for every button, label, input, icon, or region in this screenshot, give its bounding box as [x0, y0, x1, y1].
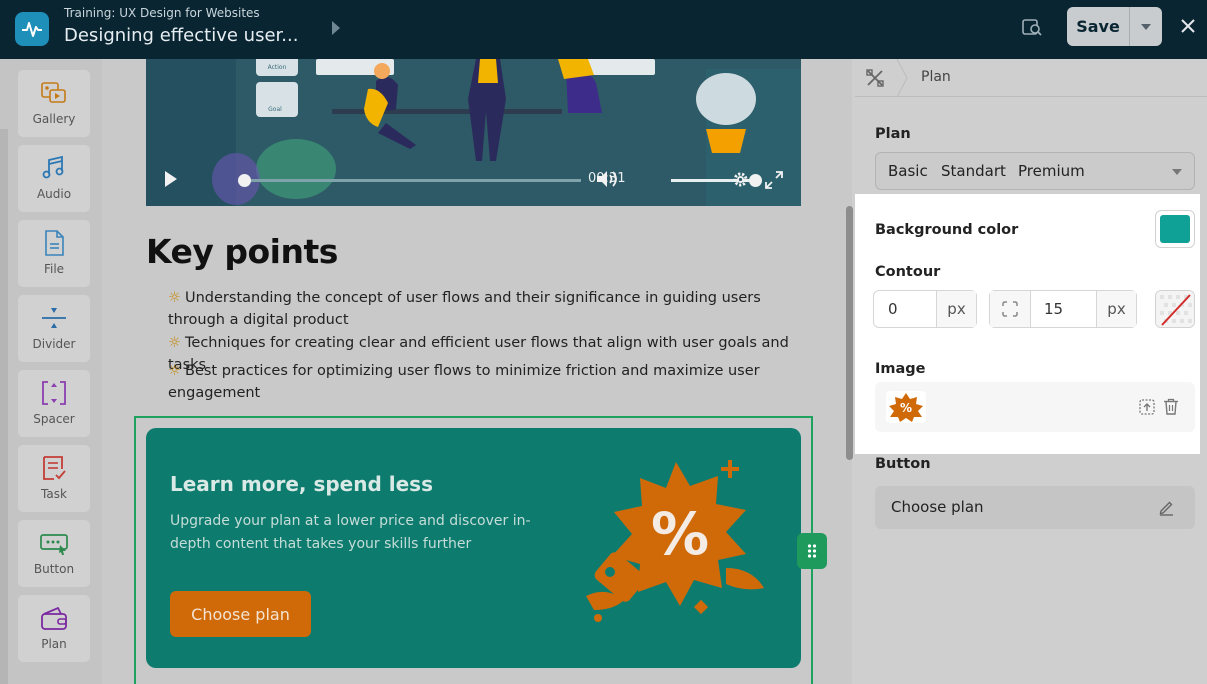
list-item: ☼ Best practices for optimizing user flow…	[168, 360, 818, 404]
file-icon	[45, 230, 64, 256]
sun-bullet-icon: ☼	[168, 363, 181, 379]
divider-icon	[42, 308, 66, 328]
plan-select[interactable]: Basic Standart Premium	[875, 152, 1195, 190]
volume-icon[interactable]	[596, 170, 618, 192]
course-breadcrumb[interactable]: Training: UX Design for Websites	[64, 6, 260, 20]
thumbnail-label: Goal	[268, 106, 282, 113]
chevron-right-icon[interactable]	[331, 20, 341, 39]
play-icon[interactable]	[164, 170, 178, 192]
background-color-label: Background color	[875, 222, 1019, 238]
banner-text: Upgrade your plan at a lower price and d…	[170, 513, 531, 552]
unit-label: px	[1096, 291, 1136, 327]
section-heading: Key points	[146, 232, 338, 271]
corner-radius-icon	[990, 291, 1031, 327]
volume-handle[interactable]	[749, 174, 762, 187]
video-progress-handle[interactable]	[238, 174, 251, 187]
discount-symbol: %	[900, 401, 912, 415]
block-sidebar: Gallery Audio File Divider Spacer Task B…	[0, 59, 102, 684]
sidebar-scrollbar[interactable]	[0, 129, 8, 684]
list-item-text: Best practices for optimizing user flows…	[168, 363, 760, 401]
save-button-group: Save	[1067, 7, 1162, 46]
corner-radius-input[interactable]: 15 px	[989, 290, 1137, 328]
app-logo-icon[interactable]	[15, 12, 49, 46]
content-scrollbar[interactable]	[846, 206, 853, 460]
sun-bullet-icon: ☼	[168, 290, 181, 306]
thumbnail-label: Action	[268, 64, 287, 71]
list-item: ☼ Understanding the concept of user flows…	[168, 287, 818, 331]
save-button[interactable]: Save	[1067, 7, 1130, 46]
discount-symbol: %	[651, 500, 709, 568]
upload-icon[interactable]	[1139, 399, 1155, 419]
contour-color-picker[interactable]	[1155, 290, 1195, 328]
banner-title: Learn more, spend less	[170, 472, 433, 496]
gallery-icon	[41, 82, 66, 103]
sidebar-item-label: Task	[41, 487, 67, 501]
sidebar-item-divider[interactable]: Divider	[18, 295, 90, 362]
background-color-picker[interactable]	[1155, 210, 1195, 248]
sidebar-item-label: Audio	[36, 187, 72, 201]
button-text-field[interactable]: Choose plan	[875, 486, 1195, 529]
contour-width-input[interactable]: 0 px	[873, 290, 977, 328]
video-player[interactable]: Action Goal 00:31	[146, 59, 801, 206]
plan-option: Premium	[1018, 162, 1085, 180]
plan-label: Plan	[875, 126, 911, 142]
sidebar-item-label: File	[43, 262, 65, 276]
close-icon[interactable]	[1178, 16, 1198, 40]
button-text-value: Choose plan	[891, 498, 984, 516]
corner-radius-value: 15	[1044, 300, 1064, 318]
button-icon	[40, 534, 68, 555]
sidebar-item-label: Divider	[32, 337, 76, 351]
sidebar-item-gallery[interactable]: Gallery	[18, 70, 90, 137]
plan-option: Standart	[941, 162, 1006, 180]
image-thumbnail[interactable]: %	[886, 391, 926, 423]
chevron-down-icon[interactable]	[1130, 7, 1162, 46]
tools-icon[interactable]	[866, 69, 884, 91]
plan-banner[interactable]: Learn more, spend less Upgrade your plan…	[146, 428, 801, 668]
panel-breadcrumb: Plan	[921, 69, 951, 85]
page-title: Designing effective user...	[64, 25, 299, 46]
sidebar-item-label: Spacer	[33, 412, 75, 426]
music-note-icon	[42, 155, 64, 179]
drag-handle-icon[interactable]	[797, 533, 827, 569]
task-icon	[43, 456, 66, 480]
panel-header: Plan	[855, 59, 1207, 97]
discount-badge-icon: %	[586, 460, 764, 622]
plan-option: Basic	[888, 162, 928, 180]
spacer-icon	[42, 381, 66, 405]
sidebar-item-plan[interactable]: Plan	[18, 595, 90, 662]
button-label: Button	[875, 456, 931, 472]
content-canvas: Action Goal 00:31	[102, 59, 852, 684]
properties-panel: Plan Plan Basic Standart Premium Backgro…	[855, 59, 1207, 684]
sidebar-item-audio[interactable]: Audio	[18, 145, 90, 212]
fullscreen-icon[interactable]	[765, 171, 783, 193]
sidebar-item-button[interactable]: Button	[18, 520, 90, 587]
background-color-swatch	[1160, 215, 1190, 243]
sidebar-item-label: Plan	[41, 637, 67, 651]
style-settings-card: Background color Contour 0 px 15 px Imag…	[855, 194, 1200, 454]
edit-pencil-icon[interactable]	[1158, 499, 1175, 520]
trash-icon[interactable]	[1163, 398, 1179, 419]
sun-bullet-icon: ☼	[168, 335, 181, 351]
image-label: Image	[875, 361, 926, 377]
chevron-down-icon	[1172, 169, 1182, 175]
sidebar-item-spacer[interactable]: Spacer	[18, 370, 90, 437]
list-item-text: Understanding the concept of user flows …	[168, 290, 761, 328]
sidebar-item-file[interactable]: File	[18, 220, 90, 287]
sidebar-item-task[interactable]: Task	[18, 445, 90, 512]
sidebar-item-label: Gallery	[32, 112, 76, 126]
image-field: %	[875, 382, 1195, 432]
contour-label: Contour	[875, 264, 941, 280]
sidebar-item-label: Button	[33, 562, 75, 576]
breadcrumb-separator	[896, 59, 908, 97]
unit-label: px	[936, 291, 976, 327]
preview-icon[interactable]	[1022, 18, 1044, 42]
contour-width-value: 0	[888, 300, 898, 318]
no-color-icon	[1156, 291, 1194, 327]
choose-plan-button[interactable]: Choose plan	[170, 591, 311, 637]
wallet-icon	[41, 606, 67, 630]
settings-gear-icon[interactable]	[732, 171, 749, 192]
video-progress-track[interactable]	[244, 179, 581, 182]
top-bar: Training: UX Design for Websites Designi…	[0, 0, 1207, 59]
